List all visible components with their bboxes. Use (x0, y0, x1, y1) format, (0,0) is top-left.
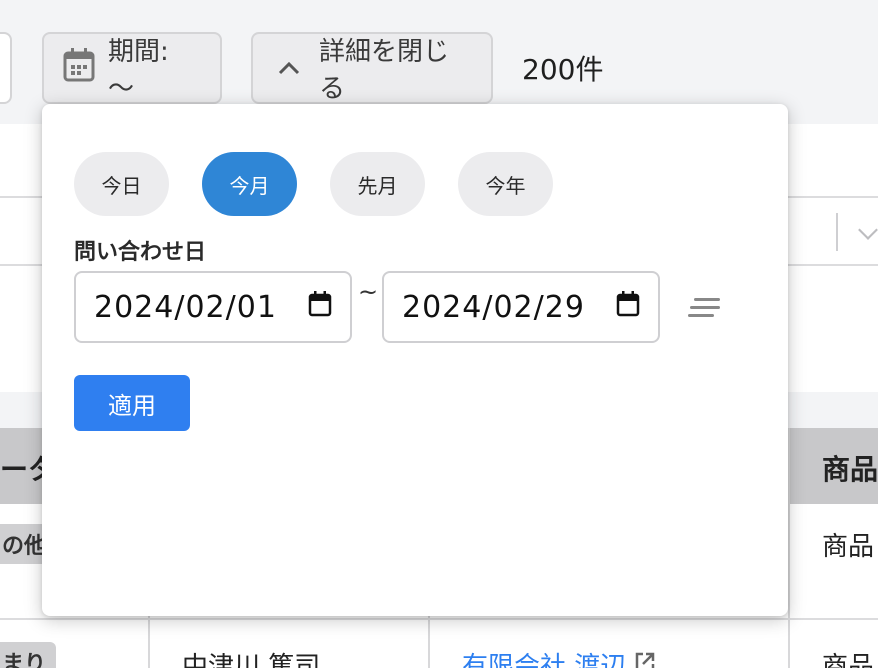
date-from-value: 2024/02/01 (94, 289, 277, 325)
company-link-label: 有限会社 渡辺 (462, 652, 627, 668)
table-header-cell: 商品 (822, 453, 878, 486)
preset-this-year[interactable]: 今年 (458, 152, 553, 216)
preset-last-month[interactable]: 先月 (330, 152, 425, 216)
external-link-icon (634, 650, 656, 668)
search-input-edge[interactable] (0, 32, 12, 104)
table-cell: 中津川 篤司 (182, 652, 321, 668)
preset-today[interactable]: 今日 (74, 152, 169, 216)
calendar-icon[interactable] (616, 290, 640, 325)
date-from-input[interactable]: 2024/02/01 (74, 271, 352, 343)
calendar-icon[interactable] (308, 290, 332, 325)
chevron-up-icon (277, 53, 301, 83)
company-link[interactable]: 有限会社 渡辺 (462, 646, 656, 668)
range-separator: ~ (358, 278, 379, 306)
inquiry-date-label: 問い合わせ日 (74, 240, 207, 265)
status-badge: まり (0, 642, 57, 668)
table-cell: 商品 (822, 532, 875, 562)
table-cell: 商品 (822, 652, 875, 668)
calendar-icon (62, 47, 96, 90)
period-filter-button[interactable]: 期間: 〜 (42, 32, 222, 104)
filter-separator (836, 213, 838, 251)
period-filter-label: 期間: 〜 (108, 37, 169, 104)
row-divider (0, 618, 878, 620)
date-to-input[interactable]: 2024/02/29 (382, 271, 660, 343)
column-divider (788, 428, 790, 668)
date-to-value: 2024/02/29 (402, 289, 585, 325)
clear-lines-icon[interactable] (686, 296, 722, 324)
date-range-popover: 今日 今月 先月 今年 問い合わせ日 2024/02/01 ~ 2024/02/… (42, 104, 788, 616)
preset-this-month[interactable]: 今月 (202, 152, 297, 216)
preset-group: 今日 今月 先月 今年 (74, 152, 553, 216)
result-count: 200件 (522, 53, 604, 86)
close-details-label: 詳細を閉じる (319, 37, 450, 104)
apply-button[interactable]: 適用 (74, 375, 190, 431)
close-details-button[interactable]: 詳細を閉じる (251, 32, 493, 104)
